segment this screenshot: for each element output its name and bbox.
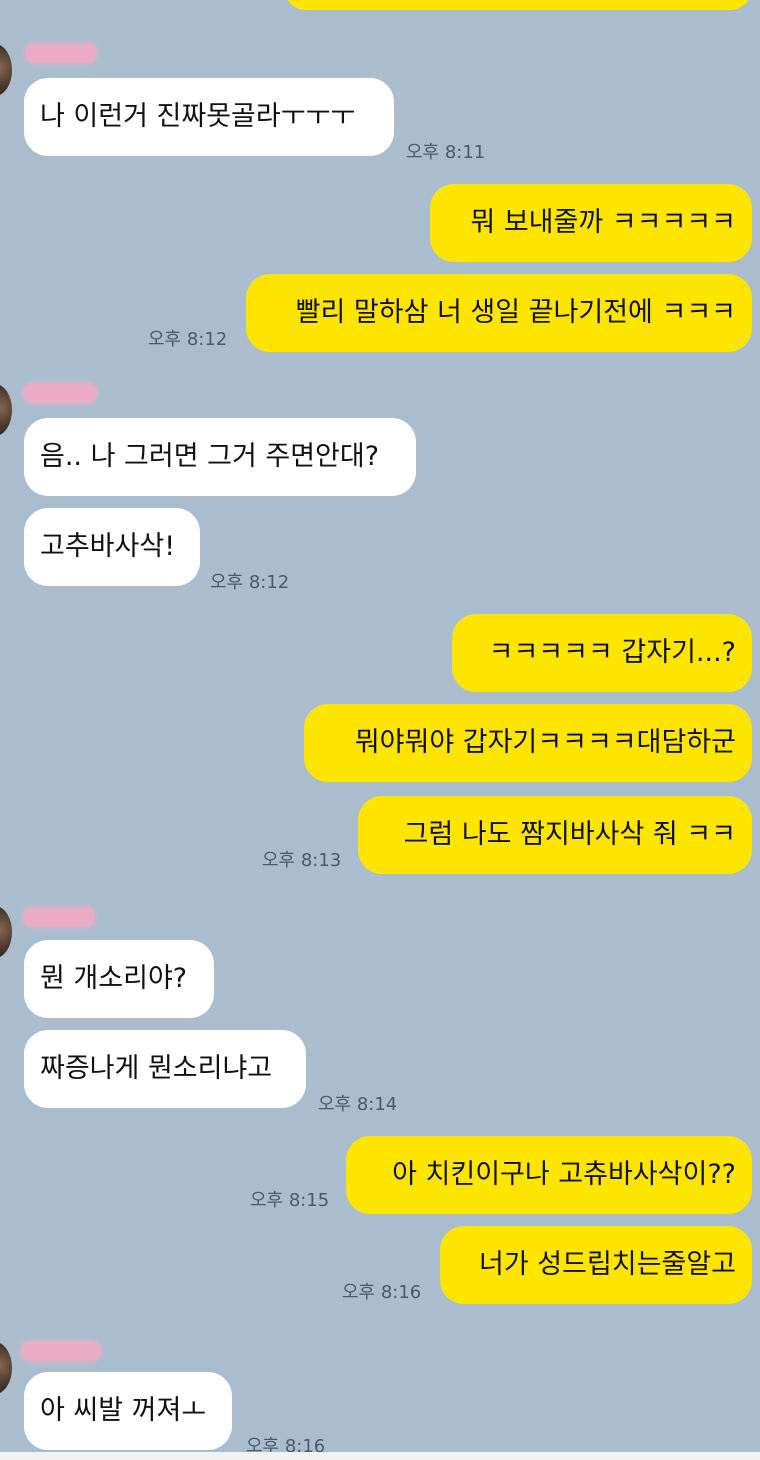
message-timestamp: 오후 8:12 (148, 329, 228, 350)
avatar[interactable] (0, 384, 12, 436)
message-timestamp: 오후 8:14 (318, 1094, 398, 1115)
sender-name-blurred (22, 906, 96, 928)
message-outgoing[interactable]: 그럼 나도 짬지바사삭 줘 ㅋㅋ (358, 796, 752, 874)
message-incoming[interactable]: 짜증나게 뭔소리냐고 (24, 1030, 306, 1108)
message-outgoing[interactable]: 뭐야뭐야 갑자기ㅋㅋㅋㅋ대담하군 (304, 704, 752, 782)
avatar[interactable] (0, 1342, 12, 1394)
message-incoming[interactable]: 뭔 개소리야? (24, 940, 214, 1018)
message-timestamp: 오후 8:15 (250, 1190, 330, 1211)
previous-outgoing-bubble[interactable] (284, 0, 752, 10)
message-timestamp: 오후 8:12 (210, 572, 290, 593)
message-timestamp: 오후 8:13 (262, 850, 342, 871)
message-incoming[interactable]: 아 씨발 꺼져ㅗ (24, 1372, 232, 1450)
avatar[interactable] (0, 906, 12, 958)
sender-name-blurred (20, 1340, 102, 1362)
chat-area[interactable]: 나 이런거 진짜못골라ㅜㅜㅜ 오후 8:11 뭐 보내줄까 ㅋㅋㅋㅋㅋ 빨리 말… (0, 0, 760, 1460)
bottom-edge (0, 1452, 760, 1460)
avatar[interactable] (0, 44, 12, 96)
message-outgoing[interactable]: 뭐 보내줄까 ㅋㅋㅋㅋㅋ (430, 184, 752, 262)
message-outgoing[interactable]: 너가 성드립치는줄알고 (440, 1226, 752, 1304)
message-incoming[interactable]: 고추바사삭! (24, 508, 200, 586)
previous-timestamp (204, 0, 264, 2)
message-outgoing[interactable]: ㅋㅋㅋㅋㅋ 갑자기...? (452, 614, 752, 692)
message-outgoing[interactable]: 빨리 말하삼 너 생일 끝나기전에 ㅋㅋㅋ (246, 274, 752, 352)
message-incoming[interactable]: 나 이런거 진짜못골라ㅜㅜㅜ (24, 78, 394, 156)
message-incoming[interactable]: 음.. 나 그러면 그거 주면안대? (24, 418, 416, 496)
sender-name-blurred (22, 382, 98, 404)
message-timestamp: 오후 8:16 (342, 1282, 422, 1303)
sender-name-blurred (24, 42, 98, 64)
message-outgoing[interactable]: 아 치킨이구나 고츄바사삭이?? (346, 1136, 752, 1214)
message-timestamp: 오후 8:11 (406, 142, 486, 163)
